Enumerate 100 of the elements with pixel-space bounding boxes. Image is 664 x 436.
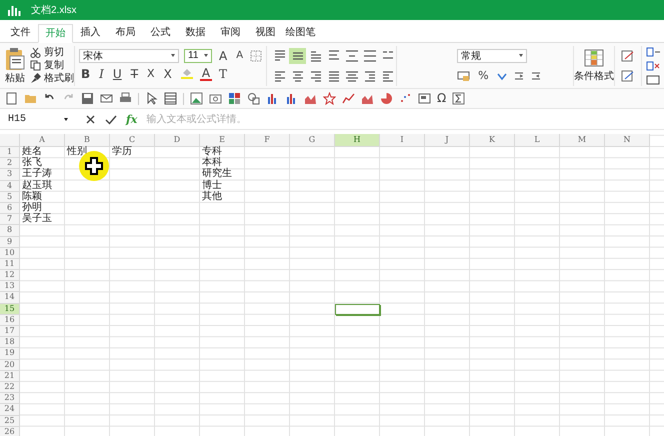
function-button[interactable]: fx bbox=[126, 112, 138, 126]
column-header[interactable]: A bbox=[20, 134, 65, 147]
column-header[interactable]: H bbox=[335, 134, 380, 147]
row-header[interactable]: 15 bbox=[0, 304, 20, 315]
ribbon-tab[interactable]: 布局 bbox=[108, 24, 143, 42]
column-header[interactable]: D bbox=[155, 134, 200, 147]
row-header[interactable]: 16 bbox=[0, 314, 20, 326]
column-header[interactable]: F bbox=[245, 134, 290, 147]
row-header[interactable]: 3 bbox=[0, 169, 20, 181]
column-header[interactable]: L bbox=[515, 134, 560, 147]
row-header[interactable]: 14 bbox=[0, 292, 20, 304]
ribbon-tab[interactable]: 插入 bbox=[73, 24, 108, 42]
clear-button[interactable]: T bbox=[217, 67, 230, 81]
subscript-button[interactable]: X bbox=[145, 67, 157, 81]
row-header[interactable]: 6 bbox=[0, 202, 20, 214]
table-style-icon[interactable] bbox=[621, 50, 635, 62]
pie-chart-icon[interactable] bbox=[380, 92, 393, 105]
column-header[interactable]: J bbox=[425, 134, 470, 147]
ribbon-tab[interactable]: 文件 bbox=[3, 24, 38, 42]
row-header[interactable]: 13 bbox=[0, 281, 20, 292]
paste-button[interactable]: 粘贴 bbox=[4, 46, 26, 84]
row-header[interactable]: 21 bbox=[0, 370, 20, 382]
image-icon[interactable] bbox=[190, 92, 203, 105]
bar-chart-icon[interactable] bbox=[266, 92, 279, 105]
decrease-font-button[interactable]: A bbox=[234, 48, 246, 62]
symbol-button[interactable]: Ω bbox=[437, 92, 446, 105]
confirm-icon[interactable] bbox=[105, 114, 117, 124]
scatter-chart-icon[interactable] bbox=[399, 92, 412, 105]
borders-icon[interactable] bbox=[250, 50, 262, 62]
number-format-dropdown[interactable]: 常规 bbox=[457, 48, 528, 62]
ribbon-tab[interactable]: 数据 bbox=[178, 24, 213, 42]
column-header[interactable]: I bbox=[380, 134, 425, 147]
align-merge-menu-button[interactable] bbox=[361, 48, 378, 64]
line-chart-icon[interactable] bbox=[342, 92, 355, 105]
copy-button[interactable]: 复制 bbox=[30, 60, 74, 72]
bar-chart-icon[interactable] bbox=[285, 92, 298, 105]
grid-icon[interactable] bbox=[228, 92, 241, 105]
increase-decimal-icon[interactable] bbox=[512, 70, 525, 82]
row-header[interactable]: 20 bbox=[0, 360, 20, 371]
row-header[interactable]: 10 bbox=[0, 248, 20, 259]
decrease-decimal-icon[interactable] bbox=[530, 70, 542, 82]
insert-cells-icon[interactable] bbox=[646, 46, 660, 58]
font-size-dropdown[interactable]: 11 bbox=[184, 48, 212, 62]
shapes-icon[interactable] bbox=[247, 92, 260, 105]
row-header[interactable]: 17 bbox=[0, 326, 20, 338]
superscript-button[interactable]: X bbox=[162, 67, 174, 81]
table-icon[interactable] bbox=[164, 92, 177, 105]
row-header[interactable]: 12 bbox=[0, 270, 20, 282]
text-box-icon[interactable] bbox=[418, 92, 431, 105]
row-header[interactable]: 8 bbox=[0, 225, 20, 236]
font-name-dropdown[interactable]: 宋体 bbox=[79, 48, 179, 62]
row-header[interactable]: 1 bbox=[0, 147, 20, 158]
increase-font-button[interactable]: A bbox=[217, 48, 230, 62]
selected-cell[interactable] bbox=[335, 304, 380, 315]
row-header[interactable]: 18 bbox=[0, 337, 20, 348]
sum-icon[interactable] bbox=[452, 92, 466, 105]
row-header[interactable]: 22 bbox=[0, 382, 20, 394]
delete-cells-icon[interactable] bbox=[646, 60, 660, 72]
ribbon-tab[interactable]: 视图 bbox=[248, 24, 283, 42]
currency-icon[interactable] bbox=[457, 70, 472, 82]
ribbon-tab[interactable]: 开始 bbox=[38, 24, 73, 43]
format-cells-icon[interactable] bbox=[646, 74, 660, 86]
cut-button[interactable]: 剪切 bbox=[30, 46, 74, 58]
row-header[interactable]: 5 bbox=[0, 192, 20, 203]
strike-button[interactable]: T bbox=[128, 67, 140, 81]
column-header[interactable]: K bbox=[470, 134, 515, 147]
conditional-format-button[interactable]: 条件格式 bbox=[574, 46, 615, 86]
ribbon-tab[interactable]: 绘图笔 bbox=[283, 24, 318, 42]
camera-icon[interactable] bbox=[209, 92, 222, 105]
align-middle-button[interactable] bbox=[289, 48, 306, 64]
ribbon-tab[interactable]: 审阅 bbox=[213, 24, 248, 42]
fill-color-button[interactable] bbox=[178, 66, 195, 82]
column-header[interactable]: G bbox=[290, 134, 335, 147]
row-header[interactable]: 7 bbox=[0, 214, 20, 226]
pointer-icon[interactable] bbox=[145, 92, 158, 105]
row-header[interactable]: 19 bbox=[0, 348, 20, 360]
painter-button[interactable]: 格式刷 bbox=[30, 72, 74, 84]
underline-button[interactable]: U bbox=[110, 67, 124, 81]
row-header[interactable]: 9 bbox=[0, 236, 20, 248]
percent-button[interactable]: % bbox=[476, 68, 491, 82]
row-header[interactable]: 11 bbox=[0, 258, 20, 270]
column-header[interactable]: B bbox=[65, 134, 110, 147]
name-box[interactable]: H15 bbox=[8, 114, 68, 124]
align-merge-button[interactable] bbox=[343, 48, 360, 64]
cell-style-icon[interactable] bbox=[621, 70, 635, 82]
row-header[interactable]: 25 bbox=[0, 416, 20, 427]
printer-icon[interactable] bbox=[119, 92, 132, 105]
row-header[interactable]: 24 bbox=[0, 404, 20, 416]
italic-button[interactable]: I bbox=[97, 67, 106, 81]
color-button[interactable]: A bbox=[200, 68, 212, 80]
cancel-icon[interactable] bbox=[85, 114, 96, 124]
row-header[interactable]: 4 bbox=[0, 180, 20, 192]
column-header[interactable]: C bbox=[110, 134, 155, 147]
column-header[interactable]: M bbox=[560, 134, 605, 147]
column-header[interactable]: N bbox=[605, 134, 650, 147]
mail-icon[interactable] bbox=[100, 92, 113, 105]
row-header[interactable]: 2 bbox=[0, 158, 20, 170]
star-chart-icon[interactable] bbox=[323, 92, 336, 105]
bold-button[interactable]: B bbox=[79, 67, 92, 81]
column-header[interactable]: E bbox=[200, 134, 245, 147]
